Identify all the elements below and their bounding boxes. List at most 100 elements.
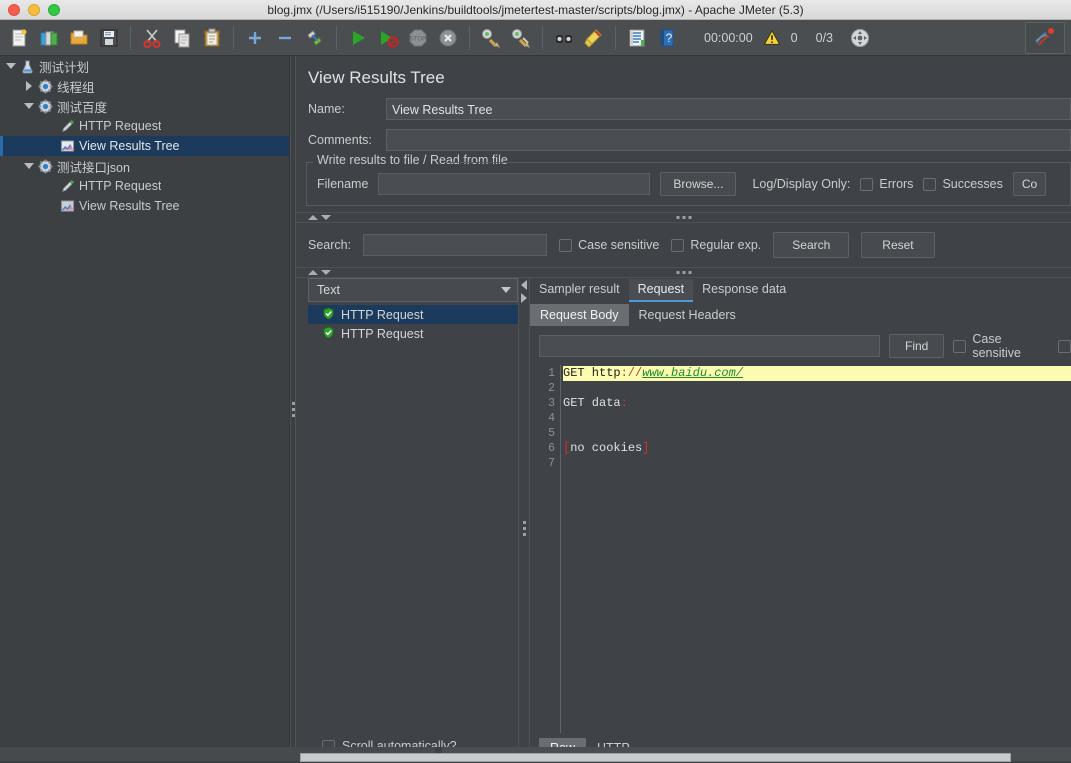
checkbox-box[interactable]: [671, 239, 684, 252]
twisty-closed-icon[interactable]: [22, 79, 36, 93]
error-notification-icon[interactable]: [1025, 22, 1065, 54]
detail-tabs: Sampler result Request Response data: [530, 278, 1071, 302]
filename-input[interactable]: [378, 173, 650, 195]
new-icon[interactable]: [4, 23, 34, 53]
chevron-down-icon[interactable]: [501, 287, 511, 293]
view-results-tree-icon: [58, 139, 76, 154]
search-reset-icon[interactable]: [579, 23, 609, 53]
configure-button[interactable]: Co: [1013, 172, 1046, 196]
find-button[interactable]: Find: [889, 334, 944, 358]
stop-icon[interactable]: STOP: [403, 23, 433, 53]
splitter-grip: [292, 402, 295, 417]
expand-right-icon[interactable]: [521, 293, 527, 303]
copy-icon[interactable]: [167, 23, 197, 53]
jmeter-window: blog.jmx (/Users/i515190/Jenkins/buildto…: [0, 0, 1071, 763]
toggle-icon[interactable]: [300, 23, 330, 53]
tree-node-test-baidu[interactable]: 测试百度: [0, 96, 289, 116]
results-splitter-bottom[interactable]: [296, 267, 1071, 278]
search-regex-checkbox[interactable]: Regular exp.: [671, 238, 761, 252]
open-icon[interactable]: [64, 23, 94, 53]
list-item-label: HTTP Request: [341, 308, 423, 322]
list-item[interactable]: HTTP Request: [308, 305, 518, 324]
find-extra-checkbox[interactable]: [1058, 340, 1071, 353]
code-line: GET http://www.baidu.com/: [563, 366, 1071, 381]
search-case-sensitive-checkbox[interactable]: Case sensitive: [559, 238, 659, 252]
request-url-link[interactable]: www.baidu.com/: [642, 366, 743, 380]
tree-node-test-json[interactable]: 测试接口json: [0, 156, 289, 176]
collapse-up-icon[interactable]: [308, 270, 318, 275]
help-icon[interactable]: ?: [652, 23, 682, 53]
save-icon[interactable]: [94, 23, 124, 53]
expand-down-icon[interactable]: [321, 215, 331, 220]
reset-button[interactable]: Reset: [861, 232, 934, 258]
search-icon[interactable]: [549, 23, 579, 53]
tab-sampler-result[interactable]: Sampler result: [530, 279, 629, 302]
tab-response-data[interactable]: Response data: [693, 279, 795, 302]
name-input[interactable]: View Results Tree: [386, 98, 1071, 120]
comments-input[interactable]: [386, 129, 1071, 151]
tree-node-thread-group[interactable]: 线程组: [0, 76, 289, 96]
tree-node-view-results-tree-selected[interactable]: View Results Tree: [0, 136, 289, 156]
start-no-pauses-icon[interactable]: [373, 23, 403, 53]
zoom-button[interactable]: [48, 4, 60, 16]
checkbox-box[interactable]: [923, 178, 936, 191]
checkbox-box[interactable]: [953, 340, 966, 353]
twisty-open-icon[interactable]: [4, 59, 18, 73]
minimize-button[interactable]: [28, 4, 40, 16]
results-list-column: Text HTTP Request: [296, 278, 518, 763]
clear-icon[interactable]: [476, 23, 506, 53]
collapse-up-icon[interactable]: [308, 215, 318, 220]
tab-request[interactable]: Request: [629, 279, 694, 302]
renderer-select[interactable]: Text: [308, 278, 518, 302]
checkbox-box[interactable]: [559, 239, 572, 252]
successes-checkbox[interactable]: Successes: [923, 177, 1002, 191]
twisty-open-icon[interactable]: [22, 159, 36, 173]
find-input[interactable]: [539, 335, 880, 357]
bottom-cut-strip: [0, 747, 1071, 763]
browse-button[interactable]: Browse...: [660, 172, 736, 196]
code-token: ]: [642, 441, 649, 455]
clear-all-icon[interactable]: [506, 23, 536, 53]
tree-node-label: 测试计划: [39, 57, 89, 76]
collapse-left-icon[interactable]: [521, 280, 527, 290]
case-sensitive-label: Case sensitive: [972, 332, 1049, 360]
close-button[interactable]: [8, 4, 20, 16]
paste-icon[interactable]: [197, 23, 227, 53]
tree-node-http-request[interactable]: HTTP Request: [0, 176, 289, 196]
results-detail-splitter[interactable]: [518, 278, 530, 763]
sample-result-list[interactable]: HTTP Request HTTP Request: [308, 305, 518, 731]
search-button[interactable]: Search: [773, 232, 849, 258]
code-line: [563, 426, 1071, 441]
errors-checkbox[interactable]: Errors: [860, 177, 913, 191]
tree-node-label: 线程组: [57, 77, 95, 96]
request-body-view[interactable]: 1 2 3 4 5 6 7 GET http://www.baidu.com/ …: [539, 365, 1071, 733]
function-helper-icon[interactable]: [622, 23, 652, 53]
tree-node-http-request[interactable]: HTTP Request: [0, 116, 289, 136]
twisty-open-icon[interactable]: [22, 99, 36, 113]
templates-icon[interactable]: [34, 23, 64, 53]
list-item[interactable]: HTTP Request: [308, 324, 518, 343]
code-token: no cookies: [570, 441, 642, 455]
code-line: [563, 381, 1071, 396]
expand-all-icon[interactable]: [240, 23, 270, 53]
warning-icon[interactable]: [757, 23, 787, 53]
one-touch-expanders[interactable]: [296, 215, 331, 220]
tree-node-test-plan[interactable]: 测试计划: [0, 56, 289, 76]
tab-request-headers[interactable]: Request Headers: [629, 304, 746, 326]
cut-icon[interactable]: [137, 23, 167, 53]
one-touch-expanders[interactable]: [521, 280, 527, 303]
expand-down-icon[interactable]: [321, 270, 331, 275]
find-case-sensitive-checkbox[interactable]: Case sensitive: [953, 332, 1049, 360]
collapse-all-icon[interactable]: [270, 23, 300, 53]
search-input[interactable]: [363, 234, 547, 256]
tab-request-body[interactable]: Request Body: [530, 304, 629, 326]
test-plan-tree[interactable]: 测试计划 线程组 测试百度 HTTP Request: [0, 56, 290, 763]
remote-status-icon[interactable]: [845, 23, 875, 53]
one-touch-expanders[interactable]: [296, 270, 331, 275]
start-icon[interactable]: [343, 23, 373, 53]
checkbox-box[interactable]: [860, 178, 873, 191]
request-body-code[interactable]: GET http://www.baidu.com/ GET data: [no …: [561, 365, 1071, 733]
results-splitter-top[interactable]: [296, 212, 1071, 223]
tree-node-view-results-tree[interactable]: View Results Tree: [0, 196, 289, 216]
shutdown-icon[interactable]: [433, 23, 463, 53]
